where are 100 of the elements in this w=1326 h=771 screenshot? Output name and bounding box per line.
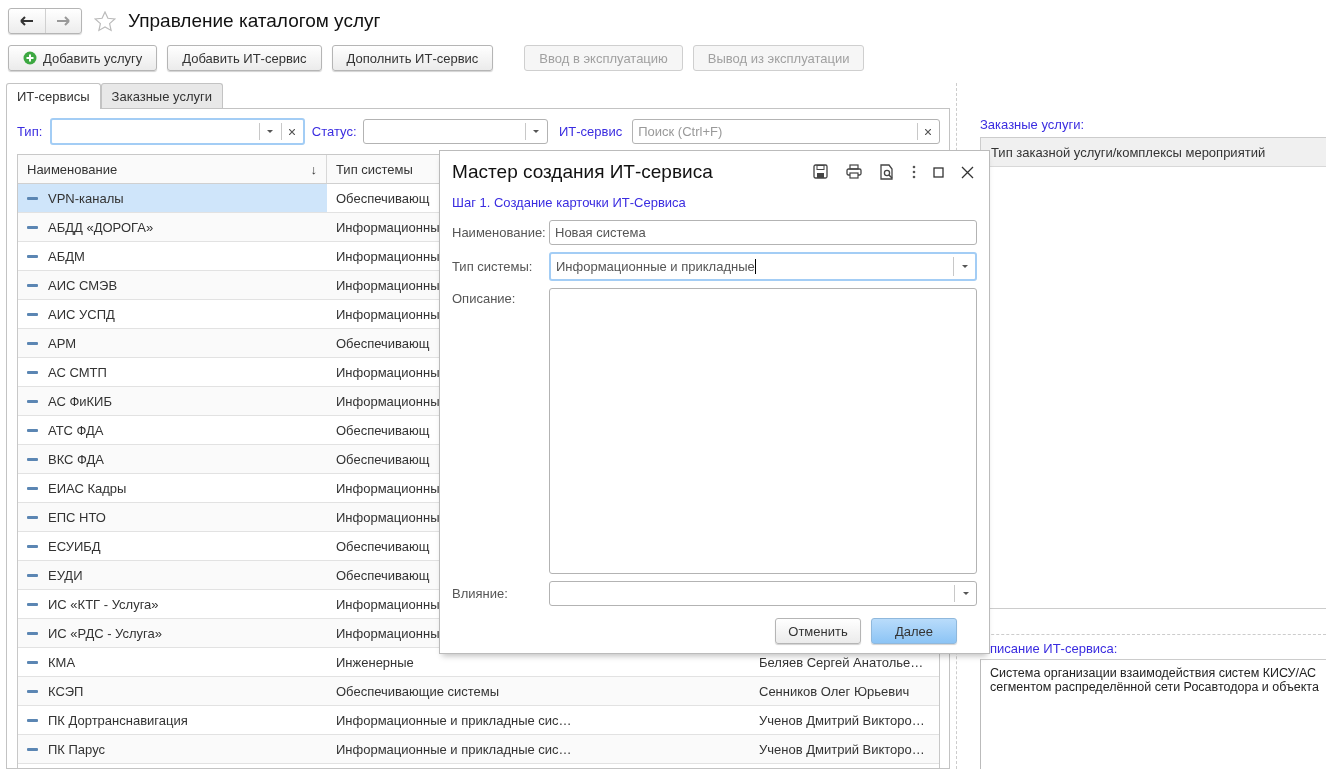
table-cell: Обеспечивающие системы <box>336 683 500 699</box>
row-icon <box>27 718 38 722</box>
table-cell: Обеспечивающ <box>336 190 430 206</box>
star-icon[interactable] <box>94 10 116 32</box>
table-cell[interactable]: АС СМТП <box>18 358 327 386</box>
table-cell[interactable]: ПК Парус <box>18 735 327 763</box>
column-header[interactable]: Тип системы <box>336 161 413 177</box>
row-icon <box>27 573 38 577</box>
table-cell[interactable]: АРМ <box>18 329 327 357</box>
row-icon <box>27 544 38 548</box>
table-cell: Информационны <box>336 480 440 496</box>
save-icon[interactable] <box>813 164 829 180</box>
table-cell: Ученов Дмитрий Викторо… <box>759 712 925 728</box>
dropdown-icon <box>961 265 968 268</box>
column-header[interactable]: Тип заказной услуги/комплексы мероприятий <box>981 138 1326 167</box>
table-cell[interactable]: ЕИАС Кадры <box>18 474 327 502</box>
forward-arrow-icon <box>56 16 71 26</box>
row-icon <box>27 196 38 200</box>
tab[interactable]: Заказные услуги <box>100 83 223 108</box>
description-box[interactable]: Система организации взаимодействия систем КИСУ/АС сегментом распределённой сети Росавтодора и объекта <box>980 659 1326 769</box>
dialog-button[interactable]: Отменить <box>775 618 861 644</box>
table-cell[interactable]: АБДМ <box>18 242 327 270</box>
dialog-button[interactable]: Далее <box>871 618 957 644</box>
table-cell[interactable]: КМА <box>18 648 327 676</box>
table-cell: Информационные и прикладные сис… <box>336 741 572 757</box>
preview-icon[interactable] <box>879 164 895 180</box>
row-icon <box>27 457 38 461</box>
table-cell: Беляев Сергей Анатолье… <box>759 654 924 670</box>
status-label: Статус: <box>311 124 357 139</box>
it-service-label: ИТ-сервис <box>559 124 623 139</box>
column-header[interactable]: Наименование <box>27 161 118 177</box>
table-cell: Информационны <box>336 306 440 322</box>
dropdown-icon <box>962 592 969 595</box>
section-label: Заказные услуги: <box>980 117 1086 132</box>
type-label: Тип: <box>17 124 43 139</box>
table-cell: Информационны <box>336 364 440 380</box>
table-cell: Информационны <box>336 625 440 641</box>
sort-arrow-icon: ↓ <box>310 161 317 177</box>
row-icon <box>27 515 38 519</box>
table-cell: Обеспечивающ <box>336 335 430 351</box>
table-cell[interactable]: АТС ФДА <box>18 416 327 444</box>
table-cell[interactable]: КСЭП <box>18 677 327 705</box>
table-cell[interactable]: АИС УСПД <box>18 300 327 328</box>
table-cell: Информационны <box>336 248 440 264</box>
window-title: Управление каталогом услуг <box>128 10 381 32</box>
table-cell: Информационны <box>336 596 440 612</box>
toolbar-button[interactable]: Дополнить ИТ-сервис <box>331 45 494 71</box>
row-icon <box>27 428 38 432</box>
clear-icon <box>925 128 932 135</box>
table-cell: Информационны <box>336 509 440 525</box>
row-icon <box>27 370 38 374</box>
table-cell: Информационны <box>336 393 440 409</box>
table-cell[interactable]: VPN-каналы <box>18 184 327 212</box>
table-cell[interactable]: ИС «РДС - Услуга» <box>18 619 327 647</box>
row-icon <box>27 660 38 664</box>
row-icon <box>27 312 38 316</box>
table-cell: Обеспечивающ <box>336 451 430 467</box>
row-icon <box>27 225 38 229</box>
table-cell: Ученов Дмитрий Викторо… <box>759 741 925 757</box>
type-field[interactable] <box>50 118 305 145</box>
input-field[interactable]: Новая система <box>549 220 977 245</box>
table-cell: Обеспечивающ <box>336 422 430 438</box>
table-cell: Сенников Олег Юрьевич <box>759 683 910 699</box>
field-label: Наименование: <box>452 225 547 240</box>
more-icon[interactable] <box>912 165 916 179</box>
section-label: писание ИТ-сервиса: <box>989 641 1119 658</box>
table-cell[interactable]: АИС СМЭВ <box>18 271 327 299</box>
print-icon[interactable] <box>846 164 862 180</box>
table-cell[interactable]: ПК Дортранснавигация <box>18 706 327 734</box>
dropdown-field[interactable] <box>549 581 977 606</box>
table-cell[interactable]: ЕСУИБД <box>18 532 327 560</box>
table-cell[interactable]: ВКС ФДА <box>18 445 327 473</box>
table-cell[interactable]: АС ФиКИБ <box>18 387 327 415</box>
tab[interactable]: ИТ-сервисы <box>6 83 101 109</box>
maximize-icon[interactable] <box>933 166 944 178</box>
add-icon <box>23 51 37 65</box>
dropdown-icon <box>267 130 274 133</box>
row-icon <box>27 486 38 490</box>
table-cell[interactable]: ИС «КТГ - Услуга» <box>18 590 327 618</box>
row-icon <box>27 689 38 693</box>
status-field[interactable] <box>362 119 548 144</box>
toolbar-button[interactable]: Добавить ИТ-сервис <box>167 45 322 71</box>
table-cell[interactable]: ЕУДИ <box>18 561 327 589</box>
dropdown-field[interactable]: Информационные и прикладные <box>549 252 977 281</box>
table-cell[interactable]: ЕПС НТО <box>18 503 327 531</box>
toolbar-button[interactable]: Добавить услугу <box>8 45 158 71</box>
table-cell: Информационны <box>336 277 440 293</box>
step-title: Шаг 1. Создание карточки ИТ-Сервиса <box>452 195 687 212</box>
row-icon <box>27 631 38 635</box>
table-cell: Обеспечивающ <box>336 538 430 554</box>
table-cell[interactable]: АБДД «ДОРОГА» <box>18 213 327 241</box>
row-icon <box>27 399 38 403</box>
table-cell: Обеспечивающ <box>336 567 430 583</box>
row-icon <box>27 747 38 751</box>
dropdown-icon <box>533 130 540 133</box>
back-arrow-icon <box>20 16 34 26</box>
table-cell: Информационны <box>336 219 440 235</box>
row-icon <box>27 602 38 606</box>
close-icon[interactable] <box>961 165 974 179</box>
row-icon <box>27 254 38 258</box>
